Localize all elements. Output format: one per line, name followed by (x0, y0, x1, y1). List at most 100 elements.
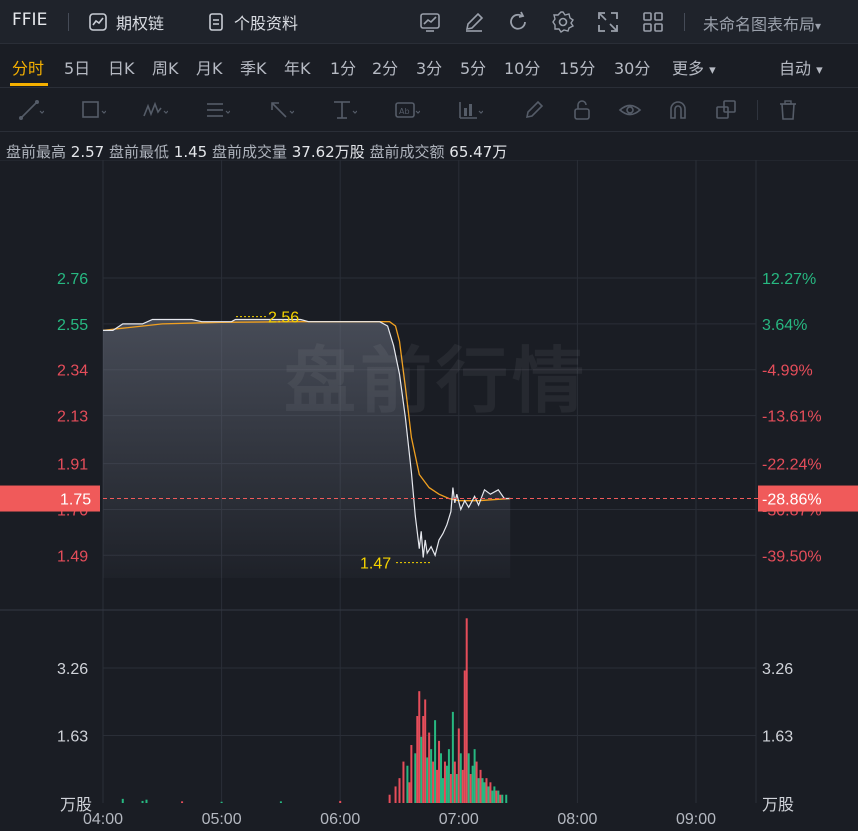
layout-selector[interactable]: 未命名图表布局▾ (703, 11, 821, 35)
percent-axis-label: -39.50% (762, 548, 822, 565)
price-axis-label: 2.55 (57, 317, 88, 334)
premarket-volume-label: 盘前成交量 (211, 143, 287, 161)
volume-bar (483, 782, 486, 803)
volume-axis-label: 1.63 (57, 728, 88, 745)
tab-2-min[interactable]: 2分 (372, 55, 398, 79)
period-bar: 分时 5日 日K 周K 月K 季K 年K 1分 2分 3分 5分 10分 15分… (0, 44, 858, 88)
volume-bar (479, 769, 482, 803)
volume-bar (434, 720, 437, 803)
premarket-watermark: 盘前行情 (284, 339, 589, 423)
tab-monthly[interactable]: 月K (196, 55, 223, 79)
measure-tool-icon[interactable] (331, 98, 357, 122)
tab-5-day[interactable]: 5日 (64, 55, 90, 79)
volume-axis-label-right: 3.26 (762, 661, 793, 678)
premarket-high-label: 盘前最高 (6, 143, 67, 161)
fullscreen-icon[interactable] (596, 10, 620, 34)
visibility-icon[interactable] (618, 98, 644, 122)
volume-bar (473, 749, 476, 803)
volume-bars (121, 618, 508, 803)
title-bar: FFIE 期权链 个股资料 未命名图表布局▾ (0, 0, 858, 44)
tab-15-min[interactable]: 15分 (559, 55, 595, 79)
volume-bar (475, 761, 478, 803)
refresh-icon[interactable] (506, 10, 530, 34)
volume-bar (121, 798, 124, 803)
percent-axis-label: 12.27% (762, 271, 816, 288)
pattern-tool-icon[interactable] (142, 98, 168, 122)
volume-bar (489, 782, 492, 803)
tab-3-min[interactable]: 3分 (416, 55, 442, 79)
premarket-high-value: 2.57 (70, 143, 105, 161)
price-axis-label: 2.13 (57, 409, 88, 426)
volume-bar (441, 778, 444, 803)
premarket-amount-value: 65.47万 (449, 143, 508, 161)
trendline-tool-icon[interactable] (18, 98, 44, 122)
percent-axis-label: 3.64% (762, 317, 807, 334)
volume-bar (455, 774, 458, 803)
mode-selector[interactable]: 自动 ▾ (779, 55, 823, 79)
chevron-down-icon: ▾ (816, 63, 823, 78)
tab-daily[interactable]: 日K (108, 55, 135, 79)
volume-bar (493, 786, 496, 803)
chart-template-icon[interactable] (418, 10, 442, 34)
volume-bar (432, 761, 435, 803)
volume-bar (445, 765, 448, 803)
volume-bar (491, 790, 494, 803)
text-tool-icon[interactable]: Ab (394, 98, 420, 122)
mode-label: 自动 (779, 59, 812, 78)
draw-pen-icon[interactable] (462, 10, 486, 34)
x-tick-label: 09:00 (676, 811, 716, 828)
volume-bar (430, 749, 433, 803)
tab-more[interactable]: 更多 ▾ (672, 55, 716, 79)
tab-quarterly[interactable]: 季K (240, 55, 267, 79)
svg-text:Ab: Ab (399, 107, 410, 116)
volume-bar (461, 769, 464, 803)
settings-gear-icon[interactable] (551, 10, 575, 34)
tab-weekly[interactable]: 周K (152, 55, 179, 79)
tab-10-min[interactable]: 10分 (504, 55, 540, 79)
chevron-down-icon: ▾ (815, 19, 822, 33)
grid-layout-icon[interactable] (641, 10, 665, 34)
volume-bar (497, 790, 500, 803)
volume-bar (141, 800, 144, 803)
volume-bar (440, 753, 443, 803)
ruler-tool-icon[interactable] (457, 98, 483, 122)
premarket-low-value: 1.45 (173, 143, 208, 161)
rectangle-tool-icon[interactable] (80, 98, 106, 122)
drawing-toolbar: Ab (0, 88, 858, 132)
volume-bar (414, 753, 417, 803)
clone-icon[interactable] (714, 98, 740, 122)
volume-bar (181, 801, 184, 803)
tab-yearly[interactable]: 年K (284, 55, 311, 79)
fib-tool-icon[interactable] (204, 98, 230, 122)
volume-bar (410, 745, 413, 803)
volume-bar (438, 740, 441, 803)
tab-1-min[interactable]: 1分 (330, 55, 356, 79)
volume-bar (422, 716, 425, 803)
tab-5-min[interactable]: 5分 (460, 55, 486, 79)
volume-bar (443, 761, 446, 803)
stock-profile-label: 个股资料 (234, 14, 299, 33)
volume-bar (436, 769, 439, 803)
volume-bar (453, 761, 456, 803)
volume-unit-label-right: 万股 (762, 796, 794, 814)
lock-icon[interactable] (570, 98, 596, 122)
tab-intraday[interactable]: 分时 (12, 55, 44, 79)
arrow-tool-icon[interactable] (268, 98, 294, 122)
options-chain-icon (89, 13, 107, 31)
volume-bar (469, 774, 472, 803)
percent-axis-label: -13.61% (762, 409, 822, 426)
premarket-volume-value: 37.62万股 (291, 143, 365, 161)
volume-bar (467, 753, 470, 803)
magnet-icon[interactable] (666, 98, 692, 122)
trash-icon[interactable] (776, 98, 802, 122)
options-chain-button[interactable]: 期权链 (88, 10, 164, 34)
intraday-chart[interactable]: 04:00 05:00 06:00 07:00 08:00 09:002.76 12.27%… (0, 160, 858, 831)
volume-bar (451, 711, 454, 803)
volume-bar (339, 800, 342, 803)
x-tick-label: 06:00 (320, 811, 360, 828)
stock-profile-button[interactable]: 个股资料 (206, 10, 298, 34)
percent-axis-label: -4.99% (762, 363, 813, 380)
tab-30-min[interactable]: 30分 (614, 55, 650, 79)
volume-bar (428, 732, 431, 803)
brush-tool-icon[interactable] (522, 98, 548, 122)
